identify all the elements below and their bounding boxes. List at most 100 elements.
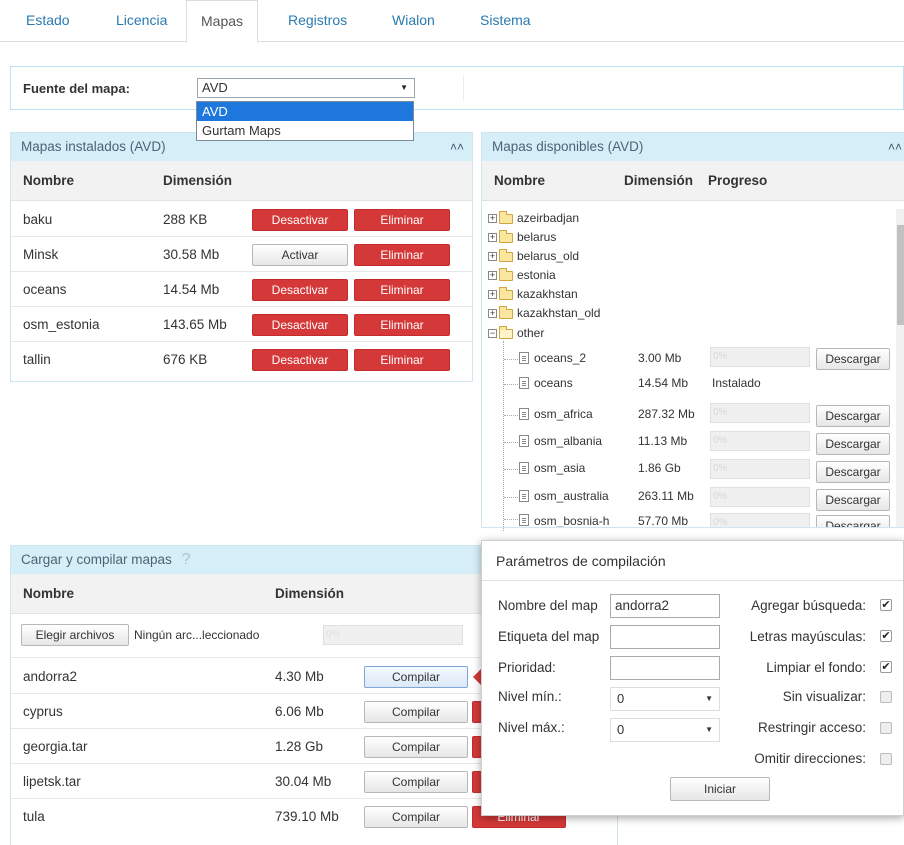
- deactivate-button[interactable]: Desactivar: [252, 349, 348, 371]
- table-row: baku 288 KB Desactivar Eliminar: [11, 203, 472, 237]
- collapse-icon[interactable]: −: [488, 329, 497, 338]
- progress-bar: 0%: [710, 347, 810, 367]
- compile-button[interactable]: Compilar: [364, 701, 468, 723]
- option-no-render-label: Sin visualizar:: [782, 689, 866, 704]
- compile-button[interactable]: Compilar: [364, 771, 468, 793]
- tab-bar: Estado Licencia Mapas Registros Wialon S…: [0, 0, 904, 43]
- min-level-value: 0: [617, 691, 625, 706]
- file-icon: [519, 490, 529, 502]
- tree-connector: [504, 469, 518, 470]
- tab-sistema[interactable]: Sistema: [466, 0, 545, 42]
- expand-icon[interactable]: +: [488, 309, 497, 318]
- delete-button[interactable]: Eliminar: [354, 279, 450, 301]
- folder-name: belarus: [517, 230, 557, 244]
- progress-bar: 0%: [710, 431, 810, 451]
- help-icon[interactable]: ?: [182, 551, 191, 568]
- start-button[interactable]: Iniciar: [670, 777, 770, 801]
- folder-open-icon: [499, 326, 513, 339]
- scrollbar-thumb[interactable]: [897, 225, 904, 325]
- deactivate-button[interactable]: Desactivar: [252, 314, 348, 336]
- folder-name: other: [517, 326, 545, 340]
- chevron-down-icon: ▼: [705, 725, 713, 734]
- map-name: oceans: [23, 282, 67, 297]
- tab-estado[interactable]: Estado: [12, 0, 84, 42]
- compile-button[interactable]: Compilar: [364, 736, 468, 758]
- add-search-checkbox[interactable]: ✔: [880, 599, 892, 611]
- chevron-up-icon[interactable]: ˄˄: [888, 133, 902, 161]
- download-button[interactable]: Descargar: [816, 515, 890, 527]
- max-level-select[interactable]: 0 ▼: [610, 718, 720, 742]
- expand-icon[interactable]: +: [488, 290, 497, 299]
- clear-background-checkbox[interactable]: ✔: [880, 661, 892, 673]
- delete-button[interactable]: Eliminar: [354, 314, 450, 336]
- folder-name: kazakhstan_old: [517, 306, 601, 320]
- uppercase-checkbox[interactable]: ✔: [880, 630, 892, 642]
- download-button[interactable]: Descargar: [816, 405, 890, 427]
- download-button[interactable]: Descargar: [816, 348, 890, 370]
- map-source-label: Fuente del mapa:: [23, 81, 130, 96]
- tab-wialon[interactable]: Wialon: [378, 0, 449, 42]
- compile-button[interactable]: Compilar: [364, 806, 468, 828]
- choose-files-button[interactable]: Elegir archivos: [21, 624, 129, 646]
- map-tag-input[interactable]: [610, 625, 720, 649]
- download-button[interactable]: Descargar: [816, 433, 890, 455]
- map-source-option[interactable]: AVD: [197, 102, 413, 121]
- no-render-checkbox[interactable]: [880, 691, 892, 703]
- file-icon: [519, 408, 529, 420]
- tab-registros[interactable]: Registros: [274, 0, 361, 42]
- file-size: 14.54 Mb: [638, 376, 689, 390]
- activate-button[interactable]: Activar: [252, 244, 348, 266]
- file-name: osm_africa: [534, 407, 593, 421]
- expand-icon[interactable]: +: [488, 252, 497, 261]
- folder-icon: [499, 287, 513, 300]
- progress-bar: 0%: [710, 403, 810, 423]
- download-button[interactable]: Descargar: [816, 489, 890, 511]
- map-size: 676 KB: [163, 352, 208, 367]
- delete-button[interactable]: Eliminar: [354, 209, 450, 231]
- priority-input[interactable]: [610, 656, 720, 680]
- tab-licencia[interactable]: Licencia: [102, 0, 181, 42]
- restrict-access-checkbox[interactable]: [880, 722, 892, 734]
- skip-addresses-checkbox[interactable]: [880, 753, 892, 765]
- compile-maps-title: Cargar y compilar mapas: [21, 552, 172, 567]
- map-size: 739.10 Mb: [275, 809, 339, 824]
- map-name: Minsk: [23, 247, 59, 262]
- map-name-input[interactable]: andorra2: [610, 594, 720, 618]
- chevron-up-icon[interactable]: ˄˄: [450, 133, 464, 161]
- expand-icon[interactable]: +: [488, 271, 497, 280]
- file-size: 11.13 Mb: [638, 434, 688, 448]
- tab-mapas[interactable]: Mapas: [186, 0, 259, 43]
- file-icon: [519, 435, 529, 447]
- map-source-option[interactable]: Gurtam Maps: [197, 121, 413, 140]
- expand-icon[interactable]: +: [488, 214, 497, 223]
- file-icon: [519, 462, 529, 474]
- tree-connector: [504, 442, 518, 443]
- file-size: 3.00 Mb: [638, 351, 682, 365]
- tree-connector: [504, 519, 518, 520]
- popup-title: Parámetros de compilación: [482, 541, 903, 581]
- compile-button[interactable]: Compilar: [364, 666, 468, 688]
- file-name: osm_asia: [534, 461, 586, 475]
- map-source-select[interactable]: AVD ▼: [197, 78, 415, 98]
- file-name: osm_bosnia-h: [534, 514, 610, 527]
- file-name: oceans: [534, 376, 573, 390]
- deactivate-button[interactable]: Desactivar: [252, 279, 348, 301]
- min-level-select[interactable]: 0 ▼: [610, 687, 720, 711]
- delete-button[interactable]: Eliminar: [354, 244, 450, 266]
- delete-button[interactable]: Eliminar: [354, 349, 450, 371]
- map-size: 143.65 Mb: [163, 317, 227, 332]
- folder-icon: [499, 230, 513, 243]
- option-clear-background-label: Limpiar el fondo:: [766, 660, 866, 675]
- map-name: baku: [23, 212, 53, 227]
- installed-maps-panel: Mapas instalados (AVD) ˄˄ Nombre Dimensi…: [10, 132, 473, 382]
- folder-name: kazakhstan: [517, 287, 578, 301]
- download-button[interactable]: Descargar: [816, 461, 890, 483]
- expand-icon[interactable]: +: [488, 233, 497, 242]
- map-name: cyprus: [23, 704, 63, 719]
- upload-progress: 0%: [323, 625, 463, 645]
- progress-bar: 0%: [710, 459, 810, 479]
- deactivate-button[interactable]: Desactivar: [252, 209, 348, 231]
- table-row: osm_estonia 143.65 Mb Desactivar Elimina…: [11, 308, 472, 342]
- map-name: andorra2: [23, 669, 78, 684]
- folder-name: estonia: [517, 268, 556, 282]
